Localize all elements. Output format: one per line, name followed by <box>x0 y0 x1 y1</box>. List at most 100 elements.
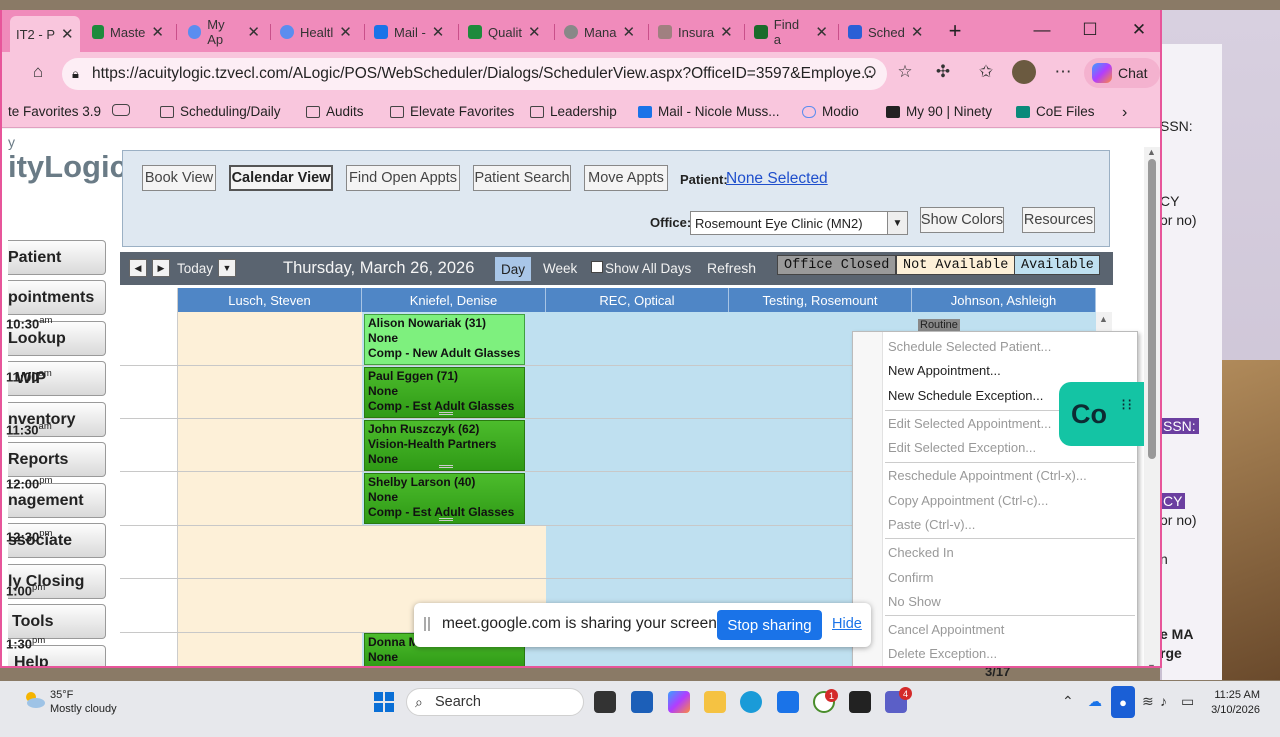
tab-mail[interactable]: Mail - ✕ <box>368 18 454 46</box>
show-all-days-checkbox[interactable] <box>591 261 603 273</box>
close-icon[interactable]: ✕ <box>528 23 541 41</box>
system-clock[interactable]: 11:25 AM 3/10/2026 <box>1204 688 1260 718</box>
menu-schedule-selected-patient[interactable]: Schedule Selected Patient... <box>888 339 1051 354</box>
sticky-notes-icon[interactable] <box>849 691 871 713</box>
tab-schedule[interactable]: Sched ✕ <box>842 18 930 46</box>
menu-reschedule[interactable]: Reschedule Appointment (Ctrl-x)... <box>888 468 1087 483</box>
resize-handle[interactable] <box>439 412 453 415</box>
outlook-taskbar-icon[interactable] <box>777 691 799 713</box>
menu-edit-exception[interactable]: Edit Selected Exception... <box>888 440 1036 455</box>
prev-day-icon[interactable]: ◀ <box>129 259 147 277</box>
close-window-button[interactable]: ✕ <box>1119 20 1159 40</box>
close-icon[interactable]: ✕ <box>911 23 924 41</box>
profile-avatar[interactable] <box>1012 60 1036 84</box>
routine-tag[interactable]: Routine <box>918 319 960 331</box>
find-open-appts-button[interactable]: Find Open Appts <box>346 165 460 191</box>
nav-reports[interactable]: Reports <box>8 442 106 477</box>
move-appts-button[interactable]: Move Appts <box>584 165 668 191</box>
hide-link[interactable]: Hide <box>832 616 862 632</box>
new-tab-button[interactable]: + <box>935 18 975 44</box>
maximize-button[interactable]: ☐ <box>1070 20 1110 40</box>
co-widget[interactable]: Co ⁝⁝ <box>1059 382 1144 446</box>
copilot-taskbar-icon[interactable] <box>668 691 690 713</box>
favorite-folder[interactable]: Leadership <box>530 104 617 119</box>
windows-start-icon[interactable] <box>374 692 394 712</box>
wifi-icon[interactable]: ≋ <box>1142 693 1154 710</box>
minimize-button[interactable]: — <box>1022 20 1062 40</box>
taskbar-search[interactable]: ⌕ Search <box>406 688 584 716</box>
chevron-down-icon[interactable]: ▼ <box>887 212 907 234</box>
close-icon[interactable]: ✕ <box>61 25 74 43</box>
day-view-button[interactable]: Day <box>495 257 531 281</box>
today-label[interactable]: Today <box>177 261 213 276</box>
tab-insurance[interactable]: Insura ✕ <box>652 18 742 46</box>
menu-edit-appointment[interactable]: Edit Selected Appointment... <box>888 416 1051 431</box>
onedrive-icon[interactable]: ☁ <box>1088 693 1102 710</box>
appointment-block[interactable]: Paul Eggen (71) None Comp - Est Adult Gl… <box>364 367 525 418</box>
appointment-block[interactable]: John Ruszczyk (62) Vision-Health Partner… <box>364 420 525 471</box>
page-scrollbar[interactable]: ▲ ▼ <box>1144 147 1160 666</box>
reader-icon[interactable]: ⊙ <box>858 62 882 82</box>
appointment-block[interactable]: Shelby Larson (40) None Comp - Est Adult… <box>364 473 525 524</box>
chrome-icon[interactable]: 1 <box>813 689 838 713</box>
favorite-folder[interactable]: Elevate Favorites <box>390 104 514 119</box>
file-explorer-icon[interactable] <box>704 691 726 713</box>
favorite-item[interactable]: CoE Files <box>1016 104 1095 119</box>
week-view-button[interactable]: Week <box>543 261 577 276</box>
more-icon[interactable]: ⋯ <box>1051 62 1075 82</box>
tab-health[interactable]: Healtl ✕ <box>274 18 362 46</box>
battery-icon[interactable]: ▭ <box>1181 693 1194 710</box>
menu-paste[interactable]: Paste (Ctrl-v)... <box>888 517 975 532</box>
scroll-thumb[interactable] <box>1148 159 1156 459</box>
favorite-folder[interactable]: Audits <box>306 104 364 119</box>
menu-confirm[interactable]: Confirm <box>888 570 934 585</box>
teams-icon[interactable]: 4 <box>885 687 912 713</box>
volume-icon[interactable]: ♪ <box>1160 693 1167 709</box>
copilot-chat-button[interactable]: Chat <box>1084 58 1160 88</box>
show-colors-button[interactable]: Show Colors <box>920 207 1004 233</box>
book-view-button[interactable]: Book View <box>142 165 216 191</box>
date-picker-chevron-icon[interactable]: ▼ <box>218 259 236 277</box>
favorite-item[interactable] <box>112 104 130 116</box>
weather-widget[interactable]: 35°F Mostly cloudy <box>50 688 117 716</box>
menu-new-schedule-exception[interactable]: New Schedule Exception... <box>888 388 1043 403</box>
tab-quality[interactable]: Qualit ✕ <box>462 18 550 46</box>
url-input[interactable]: 🔒︎ https://acuitylogic.tzvecl.com/ALogic… <box>62 58 887 90</box>
office-select[interactable]: Rosemount Eye Clinic (MN2) ▼ <box>690 211 908 235</box>
appointment-block[interactable]: Alison Nowariak (31) None Comp - New Adu… <box>364 314 525 365</box>
close-icon[interactable]: ✕ <box>247 23 260 41</box>
nav-appointments[interactable]: pointments <box>8 280 106 315</box>
stop-sharing-button[interactable]: Stop sharing <box>717 610 822 640</box>
tab-my-apps[interactable]: My Ap ✕ <box>182 17 266 47</box>
close-icon[interactable]: ✕ <box>432 23 445 41</box>
drag-grip-icon[interactable]: ⁝⁝ <box>1121 398 1133 414</box>
refresh-button[interactable]: Refresh <box>707 260 756 276</box>
menu-delete-exception[interactable]: Delete Exception... <box>888 646 997 661</box>
menu-copy[interactable]: Copy Appointment (Ctrl-c)... <box>888 493 1048 508</box>
patient-search-button[interactable]: Patient Search <box>473 165 571 191</box>
scroll-up-icon[interactable]: ▲ <box>1099 314 1108 324</box>
favorites-icon[interactable]: ✩ <box>974 62 998 82</box>
resize-handle[interactable] <box>439 518 453 521</box>
drag-handle-icon[interactable] <box>424 617 430 631</box>
favorite-item[interactable]: te Favorites 3.9 <box>8 104 101 119</box>
patient-link[interactable]: None Selected <box>726 170 828 188</box>
tab-find[interactable]: Find a ✕ <box>748 17 834 47</box>
favorites-more-chevron-icon[interactable]: › <box>1122 104 1127 122</box>
favorite-item[interactable]: My 90 | Ninety <box>886 104 992 119</box>
close-icon[interactable]: ✕ <box>623 23 636 41</box>
extensions-icon[interactable]: ✣ <box>931 62 955 82</box>
scroll-up-icon[interactable]: ▲ <box>1147 147 1156 157</box>
show-hidden-icons-chevron-icon[interactable]: ⌃ <box>1062 693 1074 710</box>
close-icon[interactable]: ✕ <box>339 23 352 41</box>
resources-button[interactable]: Resources <box>1022 207 1095 233</box>
nav-tools[interactable]: Tools <box>8 604 106 639</box>
next-day-icon[interactable]: ▶ <box>152 259 170 277</box>
scroll-down-icon[interactable]: ▼ <box>1147 662 1156 666</box>
close-icon[interactable]: ✕ <box>815 23 828 41</box>
microphone-icon[interactable]: ● <box>1111 686 1135 718</box>
menu-no-show[interactable]: No Show <box>888 594 941 609</box>
resize-handle[interactable] <box>439 465 453 468</box>
edge-icon[interactable] <box>740 691 762 713</box>
favorite-folder[interactable]: Scheduling/Daily <box>160 104 281 119</box>
